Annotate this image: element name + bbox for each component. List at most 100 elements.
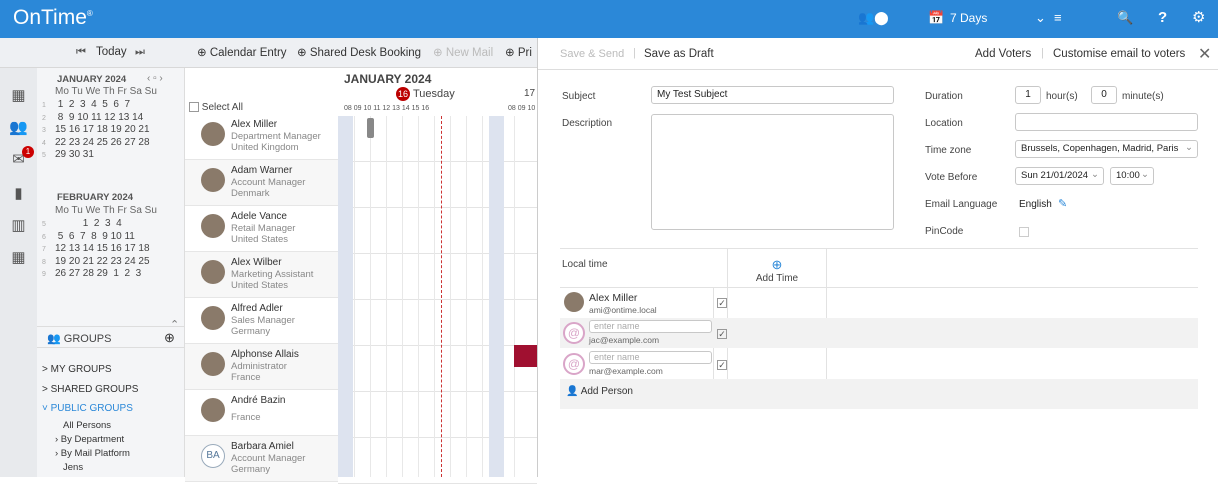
mini-cal-week[interactable]: 1 1 2 3 4 5 6 7	[42, 99, 130, 110]
week-days[interactable]: 29 30 31	[55, 149, 94, 160]
week-days[interactable]: 19 20 21 22 23 24 25	[55, 256, 150, 267]
timezone-select[interactable]: Brussels, Copenhagen, Madrid, Paris ⌄	[1015, 140, 1198, 158]
week-days[interactable]: 1 2 3 4	[55, 218, 122, 229]
pincode-checkbox[interactable]	[1019, 227, 1029, 237]
pencil-icon[interactable]: ✎	[1058, 197, 1067, 210]
mini-cal-week[interactable]: 7 12 13 14 15 16 17 18	[42, 243, 150, 254]
timeline-grid[interactable]	[338, 116, 537, 484]
add-person-button[interactable]: 👤 Add Person	[566, 386, 633, 397]
week-number: 4	[42, 139, 46, 147]
timeline-row[interactable]	[338, 300, 537, 346]
enter-name-input[interactable]: enter name	[589, 320, 712, 333]
shared-groups[interactable]: > SHARED GROUPS	[42, 384, 138, 395]
print-button[interactable]: ⊕ Pri	[505, 45, 532, 59]
select-all-checkbox[interactable]	[189, 102, 199, 113]
week-number: 5	[42, 152, 46, 159]
week-days[interactable]: 15 16 17 18 19 20 21	[55, 124, 150, 135]
today-button[interactable]: Today	[96, 46, 127, 58]
my-groups[interactable]: > MY GROUPS	[42, 364, 112, 375]
person-row[interactable]: Alphonse Allais Administrator France	[185, 344, 338, 390]
mail-nav-icon[interactable]: ✉ 1	[0, 146, 37, 168]
chart-nav-icon[interactable]: ▮	[0, 184, 37, 202]
timeline-row[interactable]	[338, 162, 537, 208]
minutes-input[interactable]: 0	[1091, 86, 1117, 104]
vote-time-select[interactable]: 10:00 ⌄	[1110, 167, 1154, 185]
add-voters-button[interactable]: Add Voters	[975, 48, 1031, 60]
vote-date-select[interactable]: Sun 21/01/2024 ⌄	[1015, 167, 1104, 185]
hour-gridline	[482, 116, 483, 477]
chevron-down-icon[interactable]: ⌄	[1035, 10, 1046, 26]
people-nav-icon[interactable]: 👥	[0, 118, 37, 136]
mini-cal-week[interactable]: 8 19 20 21 22 23 24 25	[42, 256, 150, 267]
timeline-row[interactable]	[338, 392, 537, 438]
week-days[interactable]: 1 2 3 4 5 6 7	[55, 99, 130, 110]
new-mail-button[interactable]: ⊕ New Mail	[433, 45, 493, 59]
calendar-entry-block[interactable]	[367, 118, 374, 138]
hours-input[interactable]: 1	[1015, 86, 1041, 104]
groups-header[interactable]: 👥 GROUPS ⊕	[37, 326, 185, 348]
person-row[interactable]: Adam Warner Account Manager Denmark	[185, 160, 338, 206]
apps-nav-icon[interactable]: ▦	[0, 248, 37, 266]
mini-cal-week[interactable]: 2 8 9 10 11 12 13 14	[42, 112, 143, 123]
group-by-department[interactable]: › By Department	[55, 434, 124, 445]
person-row[interactable]: Adele Vance Retail Manager United States	[185, 206, 338, 252]
day-name: Tuesday	[413, 88, 455, 100]
select-all[interactable]: Select All	[189, 102, 243, 113]
person-row[interactable]: Alex Miller Department Manager United King…	[185, 114, 338, 160]
timeline-row[interactable]	[338, 208, 537, 254]
week-days[interactable]: 26 27 28 29 1 2 3	[55, 268, 141, 279]
week-days[interactable]: 8 9 10 11 12 13 14	[55, 112, 143, 123]
mini-cal-week[interactable]: 3 15 16 17 18 19 20 21	[42, 124, 150, 135]
subject-input[interactable]: My Test Subject	[651, 86, 894, 104]
person-row[interactable]: André Bazin France	[185, 390, 338, 436]
voter-checkbox[interactable]: ✓	[717, 329, 727, 339]
location-input[interactable]	[1015, 113, 1198, 131]
save-draft-button[interactable]: Save as Draft	[644, 48, 714, 60]
divider-2: |	[1041, 47, 1044, 59]
person-toggle-icon[interactable]: 👥⬤	[858, 10, 889, 26]
person-details: France	[231, 412, 261, 423]
week-days[interactable]: 12 13 14 15 16 17 18	[55, 243, 150, 254]
voter-checkbox[interactable]: ✓	[717, 360, 727, 370]
mini-cal-week[interactable]: 5 29 30 31	[42, 149, 94, 160]
close-icon[interactable]: ✕	[1198, 44, 1211, 64]
week-days[interactable]: 22 23 24 25 26 27 28	[55, 137, 150, 148]
search-icon[interactable]: 🔍	[1117, 10, 1133, 26]
calendar-entry-block[interactable]	[514, 345, 537, 367]
add-group-icon[interactable]: ⊕	[164, 330, 175, 346]
timeline-row[interactable]	[338, 254, 537, 300]
view-select[interactable]: 7 Days	[950, 11, 987, 25]
person-row[interactable]: Alex Wilber Marketing Assistant United Sta…	[185, 252, 338, 298]
mini-cal-week[interactable]: 6 5 6 7 8 9 10 11	[42, 231, 135, 242]
building-nav-icon[interactable]: ▥	[0, 216, 37, 234]
group-all-persons[interactable]: All Persons	[63, 420, 111, 431]
mini-cal-week[interactable]: 4 22 23 24 25 26 27 28	[42, 137, 150, 148]
group-by-mail-platform[interactable]: › By Mail Platform	[55, 448, 130, 459]
timeline-row[interactable]	[338, 438, 537, 484]
person-row[interactable]: BA Barbara Amiel Account Manager Germany	[185, 436, 338, 482]
timeline: JANUARY 2024 16 Tuesday 17 08 09 10 11 1…	[338, 68, 537, 484]
calendar-icon[interactable]: 📅	[928, 10, 944, 26]
description-input[interactable]	[651, 114, 894, 230]
add-time-button[interactable]: ⊕ Add Time	[752, 257, 802, 284]
help-icon[interactable]: ?	[1158, 9, 1167, 26]
voter-checkbox[interactable]: ✓	[717, 298, 727, 308]
enter-name-input[interactable]: enter name	[589, 351, 712, 364]
save-send-button[interactable]: Save & Send	[560, 48, 624, 60]
person-row[interactable]: Alfred Adler Sales Manager Germany	[185, 298, 338, 344]
customise-email-button[interactable]: Customise email to voters	[1053, 48, 1185, 60]
mini-cal-week[interactable]: 5 1 2 3 4	[42, 218, 122, 229]
calendar-nav-icon[interactable]: ▦	[0, 86, 37, 104]
filter-icon[interactable]: ≡	[1054, 10, 1062, 25]
timeline-row[interactable]	[338, 346, 537, 392]
gear-icon[interactable]: ⚙	[1192, 8, 1205, 26]
week-days[interactable]: 5 6 7 8 9 10 11	[55, 231, 135, 242]
mini-cal-week[interactable]: 9 26 27 28 29 1 2 3	[42, 268, 141, 279]
shared-desk-button[interactable]: ⊕ Shared Desk Booking	[297, 45, 421, 59]
group-jens[interactable]: Jens	[63, 462, 83, 473]
prev-icon[interactable]: ⏮	[76, 46, 86, 59]
calendar-entry-button[interactable]: ⊕ Calendar Entry	[197, 45, 287, 59]
public-groups[interactable]: ˅ PUBLIC GROUPS	[42, 403, 133, 414]
mini-cal-nav[interactable]: ‹ ▫ ›	[147, 73, 163, 84]
next-icon[interactable]: ⏭	[135, 46, 145, 59]
